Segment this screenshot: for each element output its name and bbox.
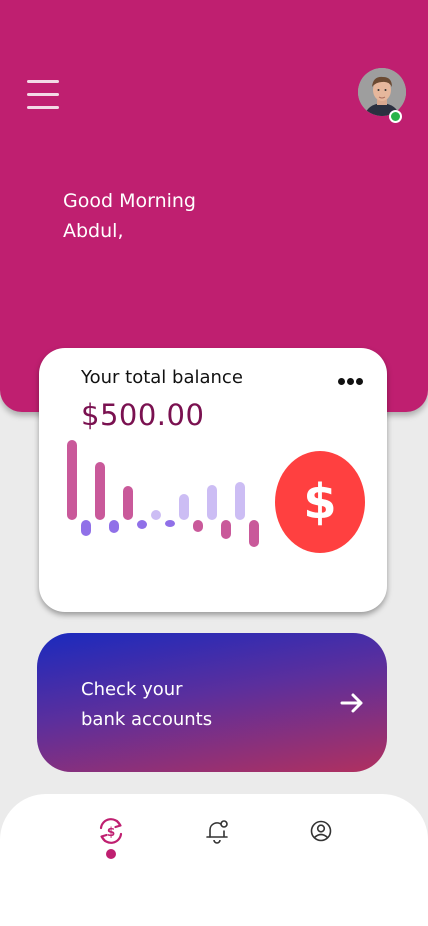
- chart-bar: [221, 520, 231, 539]
- hamburger-icon: [27, 80, 59, 83]
- chart-bar: [67, 440, 77, 520]
- bank-card-line2: bank accounts: [81, 709, 213, 730]
- chart-bar: [137, 520, 147, 529]
- bank-card-line1: Check your: [81, 679, 183, 700]
- dollar-refresh-icon: $: [99, 818, 123, 844]
- profile-icon: [310, 820, 332, 842]
- active-tab-indicator: [106, 849, 116, 859]
- nav-item-profile[interactable]: [306, 816, 336, 846]
- greeting-line1: Good Morning: [63, 190, 196, 212]
- chart-bar: [123, 486, 133, 520]
- currency-symbol: $: [303, 474, 337, 530]
- dollar-icon: $: [275, 451, 365, 553]
- chart-bar: [81, 520, 91, 536]
- nav-item-payments[interactable]: $: [96, 816, 126, 846]
- chart-bar: [193, 520, 203, 532]
- chart-bar: [179, 494, 189, 520]
- greeting: Good Morning Abdul,: [63, 186, 196, 246]
- arrow-right-icon[interactable]: [339, 690, 365, 716]
- bottom-nav: $: [0, 794, 428, 926]
- chart-bar: [95, 462, 105, 520]
- online-status-indicator: [389, 110, 402, 123]
- chart-bar: [207, 485, 217, 520]
- avatar-photo: [358, 68, 406, 116]
- notification-bell-icon: [206, 820, 228, 844]
- chart-bar: [109, 520, 119, 533]
- chart-bar: [249, 520, 259, 547]
- check-bank-accounts-card[interactable]: Check your bank accounts: [37, 633, 387, 772]
- chart-bar: [235, 482, 245, 520]
- svg-text:$: $: [107, 825, 115, 839]
- user-avatar[interactable]: [358, 68, 406, 116]
- chart-bar: [151, 510, 161, 520]
- nav-item-notifications[interactable]: [202, 816, 232, 846]
- chart-bar: [165, 520, 175, 527]
- greeting-name: Abdul,: [63, 220, 124, 242]
- menu-button[interactable]: [27, 80, 59, 110]
- balance-card: Your total balance $500.00 $: [39, 348, 387, 612]
- bank-card-text: Check your bank accounts: [81, 675, 212, 735]
